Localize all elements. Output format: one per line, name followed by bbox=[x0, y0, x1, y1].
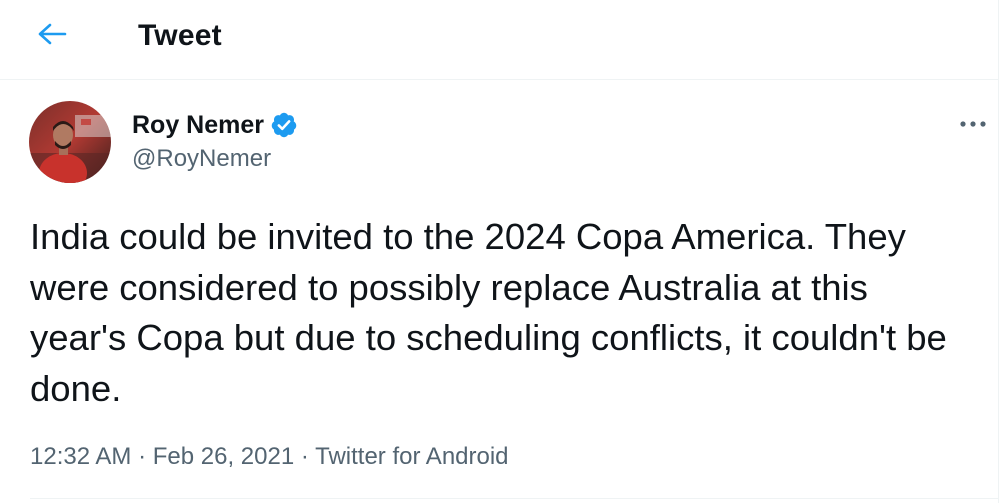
page-header: Tweet bbox=[0, 0, 999, 80]
author-handle[interactable]: @RoyNemer bbox=[132, 144, 271, 174]
page-title: Tweet bbox=[138, 19, 222, 52]
arrow-left-icon bbox=[37, 22, 67, 51]
tweet-text: India could be invited to the 2024 Copa … bbox=[30, 216, 947, 409]
avatar-photo bbox=[29, 101, 111, 183]
avatar[interactable] bbox=[29, 101, 111, 183]
meta-separator: · bbox=[300, 443, 309, 470]
tweet-metadata: 12:32 AM · Feb 26, 2021 · Twitter for An… bbox=[30, 441, 509, 473]
back-button[interactable] bbox=[26, 14, 78, 58]
more-options-icon bbox=[959, 115, 987, 133]
tweet-page: Tweet Roy Nemer @RoyNemer India could be… bbox=[0, 0, 999, 503]
author-name[interactable]: Roy Nemer bbox=[132, 110, 264, 140]
verified-badge-icon bbox=[270, 111, 298, 139]
more-options-button[interactable] bbox=[955, 110, 991, 138]
tweet-source[interactable]: Twitter for Android bbox=[315, 443, 508, 470]
divider bbox=[30, 498, 999, 499]
tweet-date[interactable]: Feb 26, 2021 bbox=[153, 443, 294, 470]
meta-separator: · bbox=[138, 443, 147, 470]
tweet-time[interactable]: 12:32 AM bbox=[30, 443, 131, 470]
author-name-row: Roy Nemer bbox=[132, 108, 298, 142]
